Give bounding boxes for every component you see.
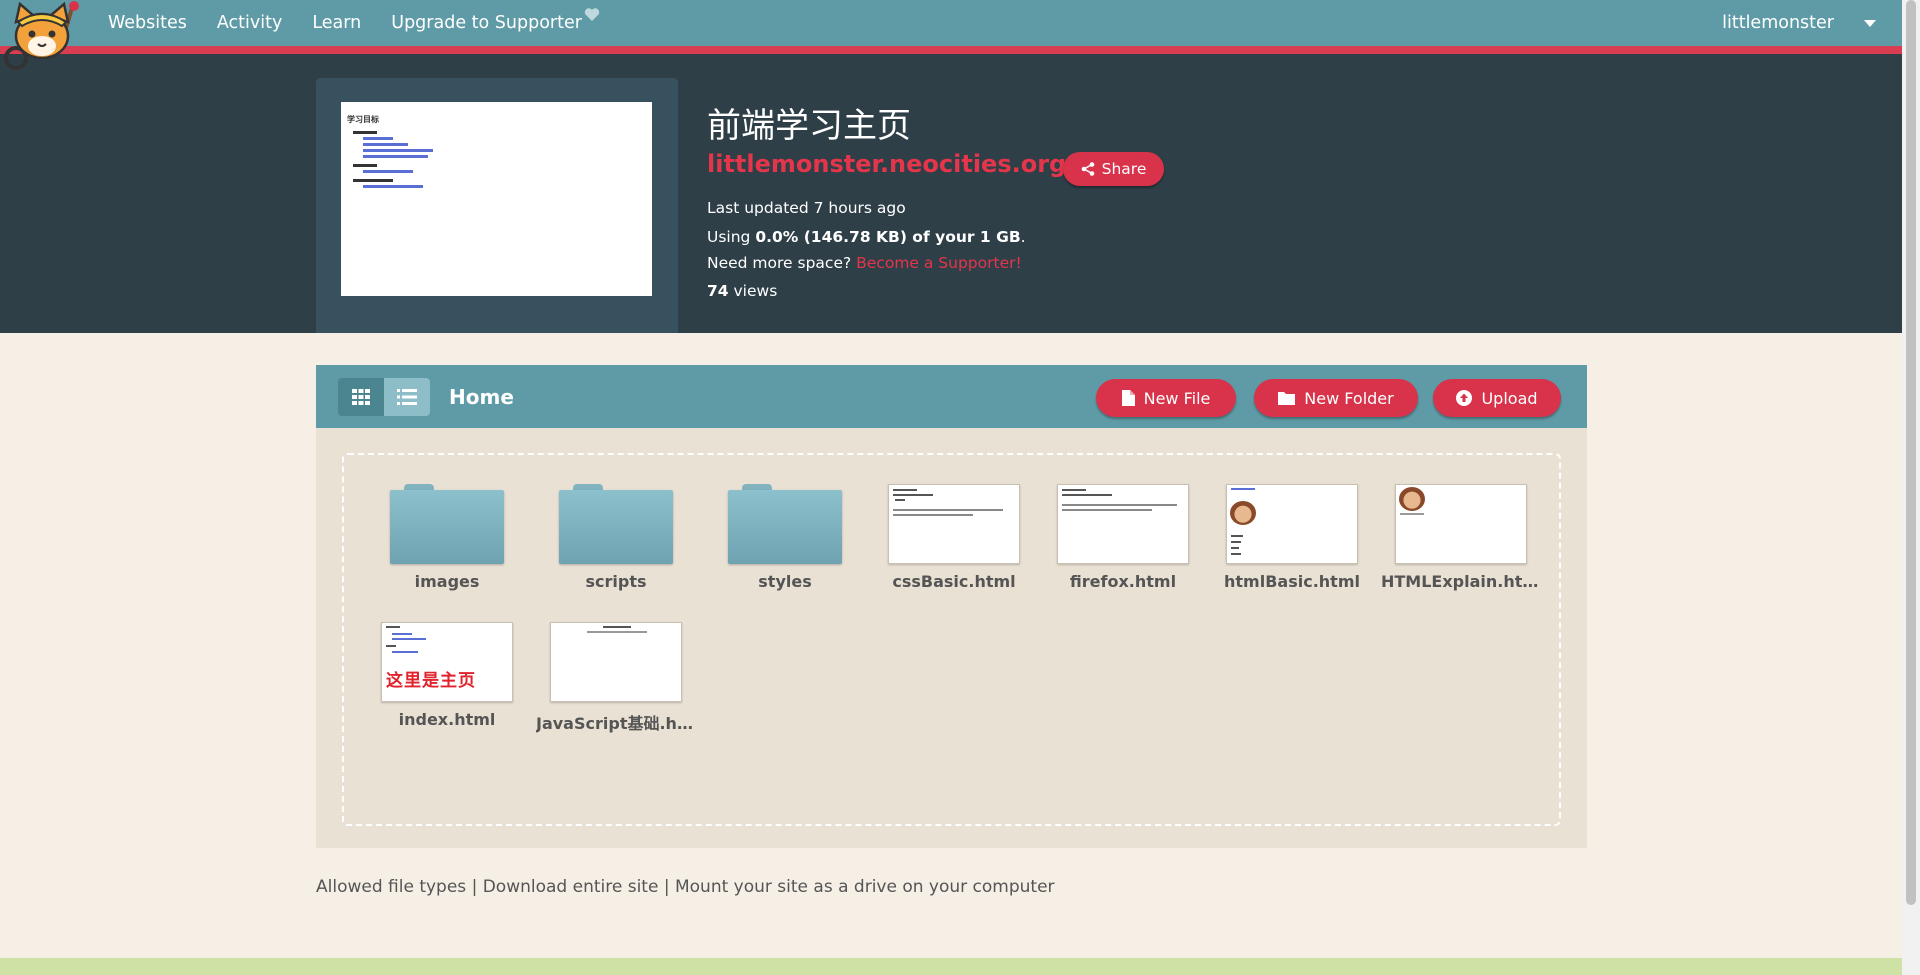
- folder-icon: [390, 484, 504, 564]
- file-item-cssbasic[interactable]: cssBasic.html: [874, 484, 1034, 591]
- share-icon: [1081, 162, 1094, 176]
- view-toggle: [338, 378, 430, 416]
- file-thumbnail: [888, 484, 1020, 564]
- nav-learn-link[interactable]: Learn: [312, 13, 361, 33]
- folder-icon: [1278, 392, 1296, 405]
- mount-drive-link[interactable]: Mount your site as a drive on your compu…: [675, 877, 1055, 897]
- footer-links: Allowed file types | Download entire sit…: [316, 877, 1055, 897]
- site-title: 前端学习主页: [707, 106, 911, 146]
- top-navbar: Websites Activity Learn Upgrade to Suppo…: [0, 0, 1902, 46]
- upload-icon: [1456, 390, 1473, 406]
- file-thumbnail: [1057, 484, 1189, 564]
- upload-button[interactable]: Upload: [1433, 379, 1561, 417]
- site-url-link[interactable]: littlemonster.neocities.org: [707, 150, 1066, 178]
- usage-value: 0.0% (146.78 KB) of your 1 GB: [755, 228, 1021, 246]
- nav-activity-link[interactable]: Activity: [217, 13, 282, 33]
- views-count: 74 views: [707, 282, 778, 300]
- allowed-file-types-link[interactable]: Allowed file types: [316, 877, 466, 897]
- new-file-label: New File: [1143, 388, 1211, 408]
- storage-usage: Using 0.0% (146.78 KB) of your 1 GB.: [707, 228, 1026, 246]
- item-label: scripts: [585, 572, 647, 591]
- file-thumbnail: [550, 622, 682, 702]
- user-menu[interactable]: littlemonster: [1722, 0, 1876, 46]
- item-label: htmlBasic.html: [1224, 572, 1360, 591]
- folder-item-styles[interactable]: styles: [705, 484, 865, 591]
- item-label: styles: [758, 572, 812, 591]
- scrollbar-thumb[interactable]: [1906, 0, 1916, 905]
- file-item-htmlexplain[interactable]: HTMLExplain.html: [1381, 484, 1541, 591]
- list-view-button[interactable]: [384, 378, 430, 416]
- become-supporter-link[interactable]: Become a Supporter!: [856, 254, 1022, 272]
- nav-websites-link[interactable]: Websites: [108, 13, 187, 33]
- username: littlemonster: [1722, 13, 1834, 33]
- last-updated: Last updated 7 hours ago: [707, 199, 906, 217]
- item-label: HTMLExplain.html: [1381, 572, 1541, 591]
- space-prompt: Need more space? Become a Supporter!: [707, 254, 1022, 272]
- folder-icon: [728, 484, 842, 564]
- new-folder-button[interactable]: New Folder: [1254, 379, 1418, 417]
- new-folder-label: New Folder: [1304, 388, 1394, 408]
- new-file-button[interactable]: New File: [1096, 379, 1236, 417]
- file-thumbnail: [1395, 484, 1527, 564]
- item-label: cssBasic.html: [892, 572, 1016, 591]
- download-site-link[interactable]: Download entire site: [483, 877, 659, 897]
- site-header: 学习目标 前端学习主页 littlemonster.neocities.org …: [0, 54, 1902, 333]
- file-thumbnail: 这里是主页: [381, 622, 513, 702]
- nav-upgrade-label: Upgrade to Supporter: [391, 13, 582, 33]
- heart-icon: [584, 7, 600, 27]
- file-item-index[interactable]: 这里是主页 index.html: [367, 622, 527, 729]
- caret-down-icon: [1864, 19, 1876, 27]
- item-label: JavaScript基础.ht...: [536, 714, 696, 733]
- site-thumbnail[interactable]: 学习目标: [341, 102, 652, 296]
- nav-upgrade-link[interactable]: Upgrade to Supporter: [391, 8, 600, 33]
- file-icon: [1121, 390, 1135, 406]
- file-manager-body: images scripts styles cssBasic.html fire…: [316, 428, 1587, 848]
- folder-icon: [559, 484, 673, 564]
- current-folder-title: Home: [449, 385, 514, 409]
- cat-logo-icon: [4, 1, 79, 70]
- item-label: images: [414, 572, 480, 591]
- item-label: index.html: [398, 710, 496, 729]
- site-thumbnail-card: 学习目标: [316, 78, 678, 333]
- grid-icon: [352, 389, 370, 405]
- upload-label: Upload: [1481, 388, 1538, 408]
- folder-item-scripts[interactable]: scripts: [536, 484, 696, 591]
- thumbnail-heading: 学习目标: [347, 115, 379, 124]
- file-item-firefox[interactable]: firefox.html: [1043, 484, 1203, 591]
- folder-item-images[interactable]: images: [367, 484, 527, 591]
- bottom-strip: [0, 958, 1902, 975]
- neocities-logo[interactable]: [2, 0, 90, 72]
- file-item-javascript[interactable]: JavaScript基础.ht...: [536, 622, 696, 734]
- item-label: firefox.html: [1069, 572, 1177, 591]
- share-label: Share: [1101, 160, 1147, 178]
- page-scrollbar[interactable]: [1902, 0, 1920, 975]
- grid-view-button[interactable]: [338, 378, 384, 416]
- file-manager-toolbar: Home New File New Folder Upload: [316, 365, 1587, 428]
- list-icon: [397, 389, 417, 405]
- file-thumbnail: [1226, 484, 1358, 564]
- nav-links: Websites Activity Learn Upgrade to Suppo…: [108, 0, 630, 46]
- file-item-htmlbasic[interactable]: htmlBasic.html: [1212, 484, 1372, 591]
- index-preview-text: 这里是主页: [386, 671, 476, 691]
- share-button[interactable]: Share: [1063, 152, 1164, 186]
- nav-stripe: [0, 46, 1902, 54]
